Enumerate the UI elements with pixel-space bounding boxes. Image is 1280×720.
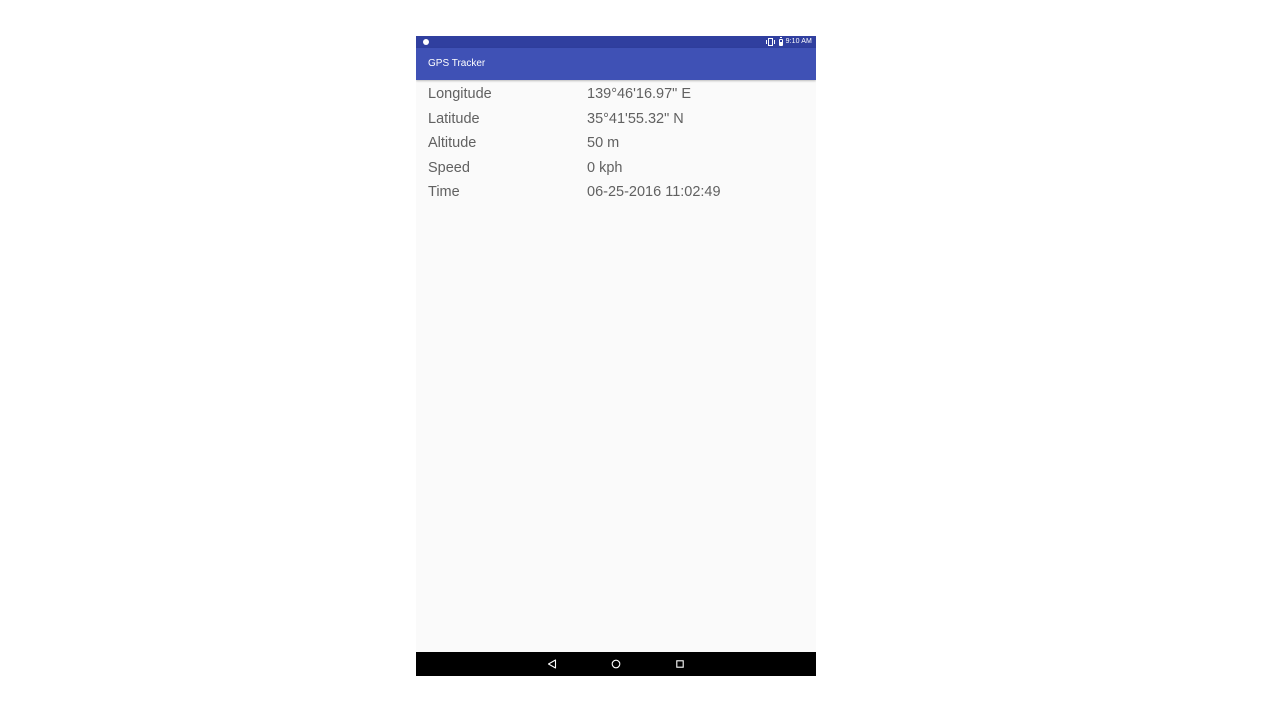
time-value: 06-25-2016 11:02:49 xyxy=(587,184,721,200)
home-button[interactable] xyxy=(610,658,622,670)
altitude-value: 50 m xyxy=(587,135,620,151)
battery-icon xyxy=(778,36,783,46)
altitude-label: Altitude xyxy=(428,135,477,151)
status-bar: 9:10 AM xyxy=(416,36,816,48)
status-time: 9:10 AM xyxy=(785,38,812,45)
notification-dot-icon xyxy=(423,39,429,45)
recents-icon xyxy=(676,660,684,668)
time-row: Time 06-25-2016 11:02:49 xyxy=(416,180,816,205)
location-details: Longitude 139°46'16.97" E Latitude 35°41… xyxy=(416,82,816,205)
latitude-value: 35°41'55.32" N xyxy=(587,110,684,127)
speed-row: Speed 0 kph xyxy=(416,156,816,181)
speed-value: 0 kph xyxy=(587,159,623,176)
back-button[interactable] xyxy=(546,658,558,670)
speed-label: Speed xyxy=(428,159,470,176)
device-screen: 9:10 AM GPS Tracker Longitude 139°46'16.… xyxy=(416,36,816,676)
app-bar: GPS Tracker xyxy=(416,48,816,80)
recents-button[interactable] xyxy=(674,658,686,670)
longitude-row: Longitude 139°46'16.97" E xyxy=(416,82,816,107)
longitude-label: Longitude xyxy=(428,86,492,102)
altitude-row: Altitude 50 m xyxy=(416,131,816,156)
vibrate-icon xyxy=(765,38,775,46)
time-label: Time xyxy=(428,184,460,200)
home-icon xyxy=(611,659,621,669)
navigation-bar xyxy=(416,652,816,676)
app-title: GPS Tracker xyxy=(428,58,486,69)
status-right-group: 9:10 AM xyxy=(765,36,812,48)
longitude-value: 139°46'16.97" E xyxy=(587,86,692,102)
latitude-label: Latitude xyxy=(428,110,480,127)
latitude-row: Latitude 35°41'55.32" N xyxy=(416,107,816,132)
back-icon xyxy=(547,659,557,669)
